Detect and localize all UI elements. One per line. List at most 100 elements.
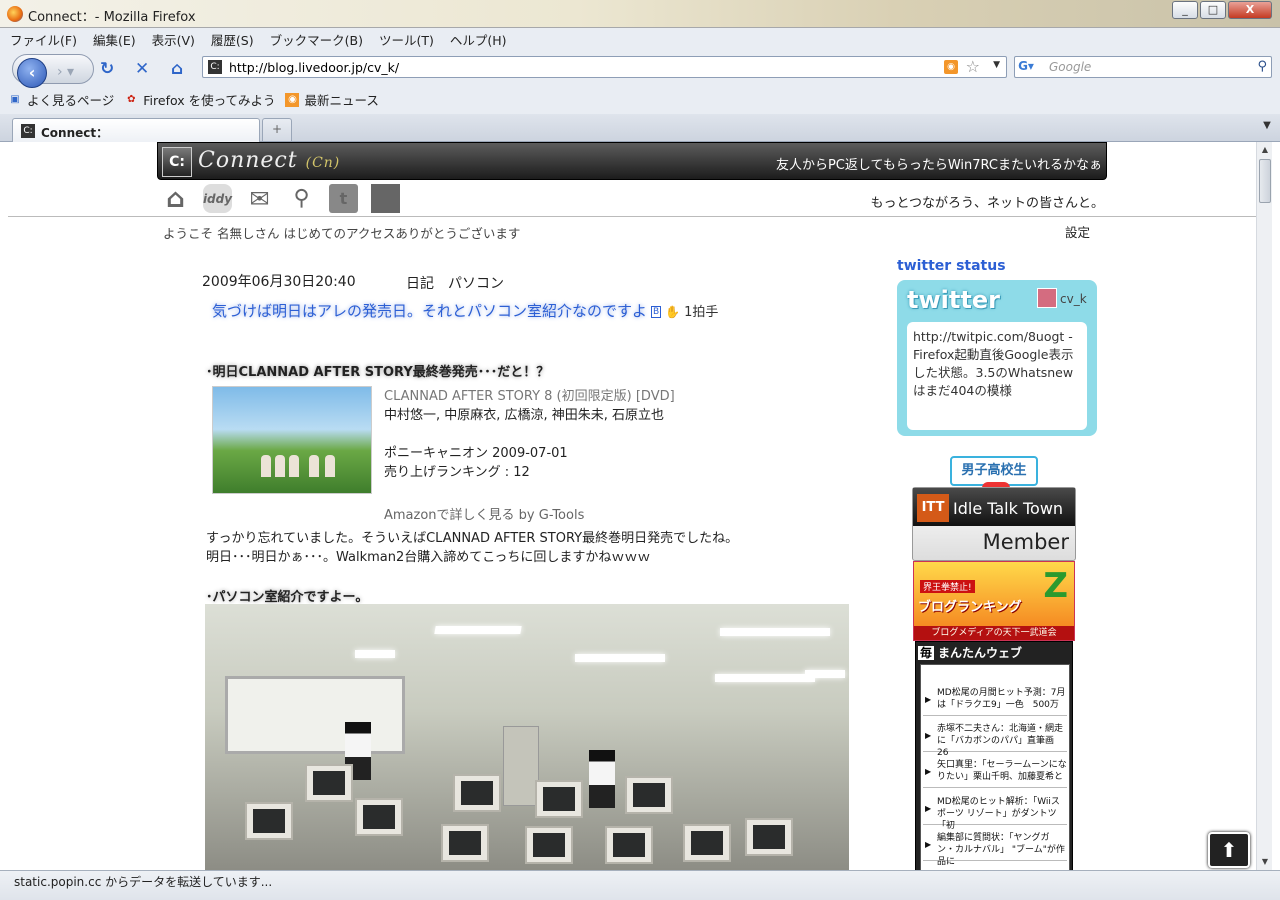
site-logo[interactable]: C:	[162, 147, 192, 177]
ranking-z-logo: Z	[1043, 566, 1068, 606]
back-forward-group: ‹ › ▾	[12, 54, 94, 88]
post-body: すっかり忘れていました。そういえばCLANNAD AFTER STORY最終巻明…	[206, 531, 739, 565]
rss-icon[interactable]: ◉	[944, 60, 958, 74]
itt-title: Idle Talk Town	[953, 499, 1064, 518]
itt-member: Member	[982, 530, 1069, 554]
menu-bookmarks[interactable]: ブックマーク(B)	[268, 30, 365, 49]
menu-view[interactable]: 表示(V)	[150, 30, 197, 49]
product-name[interactable]: CLANNAD AFTER STORY 8 (初回限定版) [DVD]	[384, 387, 675, 406]
twitter-logo[interactable]: twitter	[907, 286, 1000, 314]
monitor	[625, 776, 673, 814]
search-input[interactable]: Google	[1049, 60, 1091, 74]
danshi-koukousei-banner[interactable]: 男子高校生	[950, 456, 1038, 488]
most-visited-icon: ▣	[10, 93, 20, 105]
hatena-bookmark-icon[interactable]: B	[651, 305, 662, 318]
forward-button[interactable]: › ▾	[57, 64, 74, 80]
twitter-avatar[interactable]	[1037, 288, 1057, 308]
post-title[interactable]: 気づけば明日はアレの発売日。それとパソコン室紹介なのですよ B ✋ 1拍手	[212, 300, 718, 321]
twitter-widget: twitter cv_k http://twitpic.com/8uogt - …	[897, 280, 1097, 436]
ceiling-light	[575, 654, 665, 662]
news-item[interactable]: MD松尾のヒット解析：「Wiiスポーツ リゾート」がダントツ 「初	[923, 792, 1067, 831]
page-viewport: C: Connect (Cn) 友人からPC返してもらったらWin7RCまたいれ…	[8, 142, 1256, 870]
site-name[interactable]: Connect (Cn)	[198, 148, 340, 173]
search-icon[interactable]: ⚲	[1257, 59, 1267, 74]
url-dropdown-icon[interactable]: ▼	[993, 60, 1000, 70]
pc-room-photo	[205, 604, 849, 870]
product-image[interactable]	[212, 386, 372, 494]
post-heading-clannad: ･明日CLANNAD AFTER STORY最終巻発売･･･だと！？	[206, 365, 550, 380]
navigation-toolbar: ‹ › ▾ ↻ ✕ ⌂ C: http://blog.livedoor.jp/c…	[8, 50, 1272, 88]
stop-icon[interactable]: ✕	[135, 59, 149, 79]
minimize-button[interactable]: _	[1172, 1, 1198, 19]
clap-count[interactable]: 1拍手	[684, 305, 718, 320]
title-bar: Connect：- Mozilla Firefox _ □ X	[0, 0, 1280, 28]
idle-talk-town-banner[interactable]: ITT Idle Talk Town Member	[912, 487, 1076, 561]
maximize-button[interactable]: □	[1200, 1, 1226, 19]
product-cast: 中村悠一, 中原麻衣, 広橋涼, 神田朱未, 石原立也	[384, 408, 665, 423]
monitor	[683, 824, 731, 862]
twitter-username[interactable]: cv_k	[1060, 292, 1087, 306]
reload-icon[interactable]: ↻	[100, 59, 114, 79]
monitor	[535, 780, 583, 818]
monitor	[605, 826, 653, 864]
twitter-icon[interactable]: t	[329, 184, 358, 213]
iddy-icon[interactable]: iddy	[203, 184, 232, 213]
url-bar[interactable]: C: http://blog.livedoor.jp/cv_k/ ◉ ☆ ▼	[202, 56, 1007, 78]
scroll-to-top-button[interactable]: ⬆	[1208, 832, 1250, 868]
scroll-up-icon[interactable]: ▲	[1257, 142, 1273, 158]
post-date: 2009年06月30日20:40	[202, 274, 356, 290]
bookmark-getting-started[interactable]: ✿ Firefox を使ってみよう	[124, 90, 275, 109]
search-box[interactable]: G▾ Google ⚲	[1014, 56, 1272, 78]
menu-tools[interactable]: ツール(T)	[377, 30, 436, 49]
menu-edit[interactable]: 編集(E)	[91, 30, 138, 49]
scroll-down-icon[interactable]: ▼	[1257, 854, 1273, 870]
menu-help[interactable]: ヘルプ(H)	[448, 30, 509, 49]
product-release: ポニーキャニオン 2009-07-01	[384, 446, 568, 461]
search-icon[interactable]: ⚲	[287, 184, 316, 213]
url-text[interactable]: http://blog.livedoor.jp/cv_k/	[229, 60, 399, 75]
twitter-message[interactable]: http://twitpic.com/8uogt - Firefox起動直後Go…	[907, 322, 1087, 430]
home-icon[interactable]: ⌂	[171, 59, 183, 79]
monitor	[245, 802, 293, 840]
tab-list-icon[interactable]: ▼	[1258, 120, 1276, 138]
menu-history[interactable]: 履歴(S)	[209, 30, 256, 49]
vertical-scrollbar[interactable]: ▲ ▼	[1256, 142, 1272, 870]
home-icon[interactable]: ⌂	[161, 184, 190, 214]
firefox-bookmark-icon: ✿	[127, 93, 136, 105]
bookmark-star-icon[interactable]: ☆	[966, 57, 980, 76]
header-tagline: 友人からPC返してもらったらWin7RCまたいれるかなぁ	[775, 158, 1102, 173]
firefox-icon	[7, 6, 23, 22]
google-engine-icon[interactable]: G▾	[1018, 59, 1034, 75]
amazon-link[interactable]: Amazonで詳しく見る by G-Tools	[384, 504, 584, 523]
post-category[interactable]: 日記 パソコン	[406, 273, 504, 293]
news-item[interactable]: MD松尾の月間ヒット予測：7月は「ドラクエ9」一色 500万	[923, 683, 1067, 716]
scrollbar-thumb[interactable]	[1259, 159, 1271, 203]
back-button[interactable]: ‹	[17, 58, 47, 88]
menu-file[interactable]: ファイル(F)	[8, 30, 79, 49]
mail-icon[interactable]: ✉	[245, 184, 274, 213]
bookmark-latest-news[interactable]: ◉ 最新ニュース	[285, 90, 379, 109]
mantan-header[interactable]: 毎まんたんウェブ	[918, 644, 1022, 661]
ranking-subtitle: 界王拳禁止!	[920, 580, 975, 593]
monitor	[745, 818, 793, 856]
site-motto: もっとつながろう、ネットの皆さんと。	[870, 196, 1104, 211]
news-item[interactable]: 編集部に質問状：「ヤングガン・カルナバル」 "ブーム"が作品に	[923, 828, 1067, 867]
bookmarks-toolbar: ▣ よく見るページ ✿ Firefox を使ってみよう ◉ 最新ニュース	[8, 90, 379, 109]
status-bar: static.popin.cc からデータを転送しています...	[0, 870, 1280, 900]
site-favicon: C:	[208, 60, 222, 74]
clap-icon[interactable]: ✋	[665, 305, 680, 319]
new-tab-button[interactable]: +	[262, 118, 292, 141]
ceiling-light	[715, 674, 815, 682]
ceiling-light	[720, 628, 830, 636]
news-item[interactable]: 矢口真里：「セーラームーンになりたい」栗山千明、加藤夏希と	[923, 755, 1067, 788]
news-item[interactable]: 赤塚不二夫さん：北海道・網走に「バカボンのパパ」直筆画 26	[923, 719, 1067, 758]
bookmark-most-visited[interactable]: ▣ よく見るページ	[8, 90, 114, 109]
settings-link[interactable]: 設定	[1065, 222, 1090, 241]
divider	[8, 216, 1256, 217]
itt-icon[interactable]: ITT	[371, 184, 400, 213]
ranking-footer: ブログメディアの天下一武道会	[914, 626, 1074, 640]
ranking-title: ブログランキング	[918, 600, 1022, 615]
blog-ranking-banner[interactable]: 界王拳禁止! ブログランキング Z ブログメディアの天下一武道会	[913, 561, 1075, 641]
tab-connect[interactable]: C: Connect：	[12, 118, 260, 142]
close-button[interactable]: X	[1228, 1, 1272, 19]
